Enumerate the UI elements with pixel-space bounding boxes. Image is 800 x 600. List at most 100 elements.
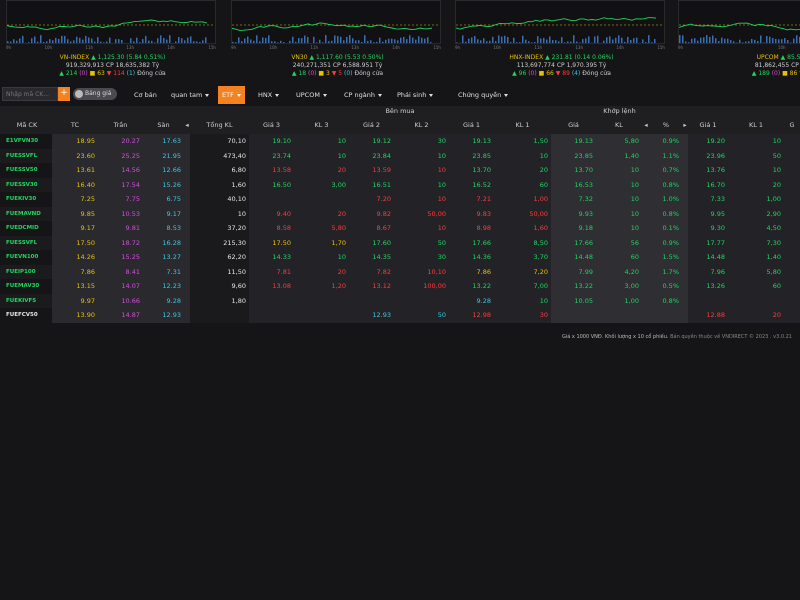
table-row[interactable]: FUEFCV50 13.90 14.87 12.93 12.93 50 12.98 30 12.… [0, 308, 800, 323]
column-header-b2[interactable]: Giá 2 [349, 116, 394, 134]
column-header-san[interactable]: Sàn [143, 116, 184, 134]
column-header-tc[interactable]: TC [52, 116, 98, 134]
table-row[interactable]: FUEDCMID 9.17 9.81 8.53 37,20 8.58 5,80 8.67 10 8… [0, 221, 800, 236]
column-header-total[interactable]: Tổng KL [190, 116, 249, 134]
tab-quan-tam[interactable]: quan tam [167, 86, 213, 104]
cell-sym[interactable]: FUEMAVND [2, 207, 52, 222]
column-header-k2[interactable]: KL 2 [394, 116, 449, 134]
table-row[interactable]: FUESSVFL 17.50 18.72 16.28 215,30 17.50 1,70 17… [0, 235, 800, 251]
cell-b3: 23.74 [249, 148, 294, 163]
tab-phái-sinh[interactable]: Phái sinh [393, 86, 437, 104]
column-header-mp[interactable]: Giá [551, 116, 596, 134]
stock-search-input[interactable] [2, 87, 58, 101]
trade-value-unit: Tỷ [599, 62, 607, 69]
cell-total [190, 308, 249, 323]
cell-tc: 13.61 [52, 163, 98, 178]
tab-cơ-bản[interactable]: Cơ bản [130, 86, 161, 104]
column-header-tran[interactable]: Trần [98, 116, 143, 134]
cell-sym[interactable]: FUEIP100 [2, 265, 52, 280]
cell-sym[interactable]: FUEFCV50 [2, 308, 52, 323]
cell-sym[interactable]: FUEDCMID [2, 221, 52, 236]
advance-count: 214 [65, 70, 78, 77]
advance-count: 189 [758, 70, 770, 77]
up-arrow-icon: ▲ [307, 54, 316, 61]
tab-label: UPCOM [296, 91, 320, 99]
column-header-sk1[interactable]: KL 1 [728, 116, 784, 134]
cell-s1: 17.77 [688, 235, 728, 250]
column-header-sp2[interactable]: ◂ [642, 116, 650, 134]
column-header-b3[interactable]: Giá 3 [249, 116, 294, 134]
table-row[interactable]: FUESSVFL 23.60 25.25 21.95 473,40 23.74 10 23.8… [0, 148, 800, 164]
tab-chứng-quyền[interactable]: Chứng quyền [454, 86, 512, 104]
cell-sym[interactable]: E1VFVN30 [2, 134, 52, 149]
table-row[interactable]: FUEKIVFS 9.97 10.66 9.28 1,80 9.28 10 10.05 1,00… [0, 293, 800, 309]
index-volume-line: 113,697,774 CP 1,970.395 Tỷ [449, 62, 674, 69]
cell-sym[interactable]: FUEMAV30 [2, 279, 52, 294]
cell-mp: 9.93 [551, 206, 596, 221]
cell-sk1: 5,80 [728, 264, 784, 279]
time-tick: 15h [657, 45, 665, 50]
cell-b3 [249, 192, 294, 207]
cell-sym[interactable]: FUEKIV30 [2, 192, 52, 207]
cell-total: 6,80 [190, 163, 249, 178]
cell-b2: 17.60 [349, 235, 394, 250]
table-row[interactable]: FUEIP100 7.86 8.41 7.31 11,50 7.81 20 7.82 10,10… [0, 264, 800, 280]
cell-sym[interactable]: FUESSVFL [2, 236, 52, 251]
cell-total: 70,10 [190, 134, 249, 149]
trade-value: 6,588.951 [342, 62, 374, 69]
add-stock-button[interactable]: + [58, 87, 70, 101]
table-row[interactable]: E1VFVN30 18.95 20.27 17.63 70,10 19.10 10 19.12… [0, 134, 800, 149]
price-board-toggle-label: Bảng giá [85, 90, 112, 97]
column-header-mk[interactable]: KL [596, 116, 642, 134]
table-row[interactable]: FUEKIV30 7.25 7.75 6.75 40,10 7.20 10 7.21 1,00 7… [0, 192, 800, 207]
cell-g [784, 134, 800, 149]
index-chart-upcom[interactable]: 9h10h11hUPCOM ▲ 85.59 (081,862,455 CP 1,… [672, 0, 800, 82]
cell-sym[interactable]: FUESSVFL [2, 149, 52, 164]
chevron-down-icon [378, 93, 382, 97]
cell-sym[interactable]: FUEKIVFS [2, 294, 52, 309]
tab-etf[interactable]: ETF [218, 86, 245, 104]
tab-upcom[interactable]: UPCOM [292, 86, 331, 104]
time-tick: 9h [231, 45, 237, 50]
index-chart-hnx-index[interactable]: 9h 10h 11h 13h 14h 15h HNX-INDEX ▲ 231.81 (0.1… [449, 0, 674, 82]
cell-tran: 10.66 [98, 293, 143, 308]
price-board-toggle[interactable]: Bảng giá [73, 88, 117, 100]
time-tick: 10h [269, 45, 278, 50]
decline-count: 89 [562, 70, 570, 77]
column-header-b1[interactable]: Giá 1 [449, 116, 494, 134]
decline-count: 114 [113, 70, 125, 77]
tab-cp-ngành[interactable]: CP ngành [340, 86, 386, 104]
index-chart-vn30[interactable]: 9h 10h 11h 13h 14h 15h VN30 ▲ 1,117.60 (5.53 0… [225, 0, 450, 82]
cell-k3: 5,80 [294, 221, 349, 236]
index-name: HNX-INDEX [509, 54, 544, 61]
column-header-s1[interactable]: Giá 1 [688, 116, 728, 134]
cell-pct: 1.5% [650, 250, 682, 265]
column-header-g[interactable]: G [784, 116, 800, 134]
column-header-k1[interactable]: KL 1 [494, 116, 551, 134]
table-row[interactable]: FUEMAVND 9.85 10.53 9.17 10 9.40 20 9.82 50,00 9.… [0, 206, 800, 222]
index-name: UPCOM [756, 54, 779, 61]
cell-sym[interactable]: FUESSV30 [2, 178, 52, 193]
cell-mk: 4,20 [596, 264, 642, 279]
tab-hnx[interactable]: HNX [254, 86, 283, 104]
cell-sym[interactable]: FUESSV50 [2, 163, 52, 178]
column-header-sym[interactable]: Mã CK [2, 116, 52, 134]
table-row[interactable]: FUEVN100 14.26 15.25 13.27 62,20 14.33 10 14.35… [0, 250, 800, 265]
cell-mp: 17.66 [551, 235, 596, 250]
column-header-pct[interactable]: % [650, 116, 682, 134]
volume-unit: CP [791, 62, 799, 69]
tab-label: HNX [258, 91, 273, 99]
table-row[interactable]: FUEMAV30 13.15 14.07 12.23 9,60 13.08 1,20 13.1… [0, 279, 800, 294]
table-row[interactable]: FUESSV50 13.61 14.56 12.66 6,80 13.58 20 13.59 1… [0, 163, 800, 178]
cell-b3: 9.40 [249, 206, 294, 221]
time-tick: 14h [616, 45, 624, 50]
cell-san: 12.93 [143, 308, 184, 323]
table-row[interactable]: FUESSV30 16.40 17.54 15.26 1,60 16.50 3,00 16.5… [0, 177, 800, 193]
cell-k1: 1,60 [494, 221, 551, 236]
chevron-down-icon [236, 93, 241, 97]
column-header-k3[interactable]: KL 3 [294, 116, 349, 134]
chart-time-axis: 9h 10h 11h 13h 14h 15h [455, 45, 665, 51]
index-chart-vn-index[interactable]: 9h 10h 11h 13h 14h 15h VN-INDEX ▲ 1,125.30 (5.… [0, 0, 225, 82]
cell-san: 8.53 [143, 221, 184, 236]
cell-sym[interactable]: FUEVN100 [2, 250, 52, 265]
